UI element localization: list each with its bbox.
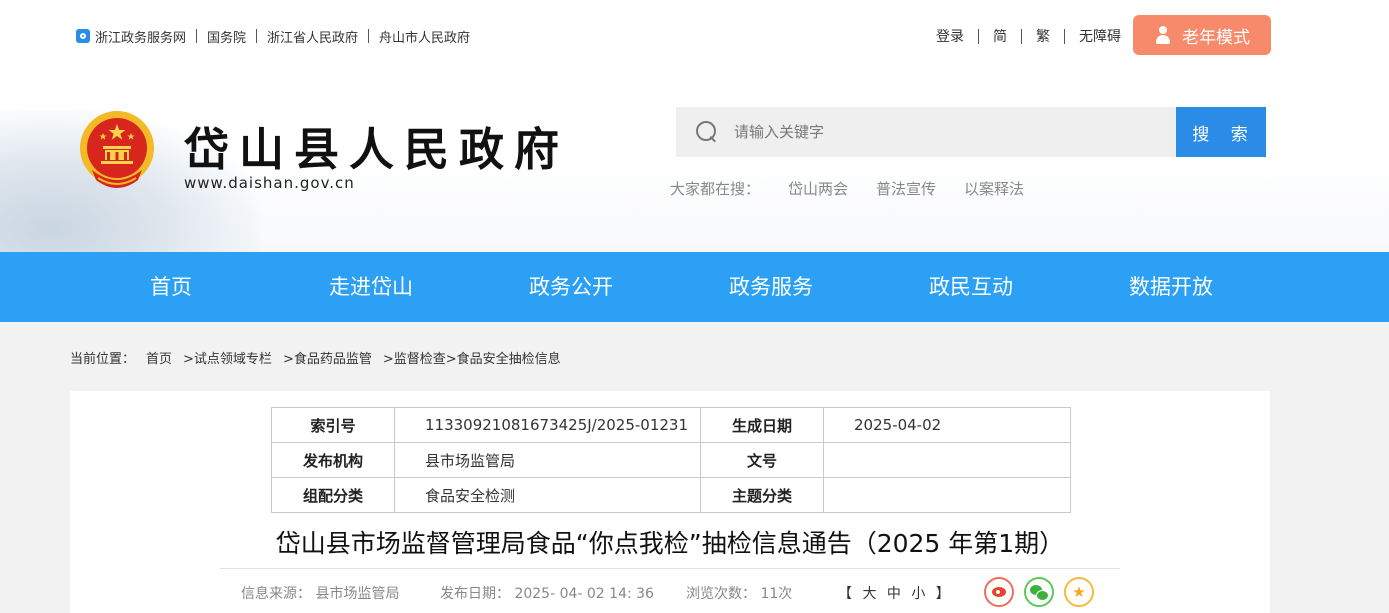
wechat-icon xyxy=(1030,585,1049,601)
meta-index-label: 索引号 xyxy=(271,407,395,443)
header: 浙江政务服务网 国务院 浙江省人民政府 舟山市人民政府 登录 简 繁 无障碍 老… xyxy=(0,0,1389,252)
article-title: 岱山县市场监督管理局食品“你点我检”抽检信息通告（2025 年第1期） xyxy=(275,529,1065,558)
divider xyxy=(220,568,1120,569)
favorite-button[interactable]: ★ xyxy=(1064,577,1094,607)
info-publish-date: 发布日期： 2025- 04- 02 14: 36 xyxy=(440,586,654,602)
share-wechat-button[interactable] xyxy=(1024,577,1054,607)
breadcrumb-item[interactable]: >监督检查 xyxy=(383,348,446,367)
favorite-icon: ★ xyxy=(1072,582,1086,601)
divider xyxy=(1021,28,1022,44)
meta-date-label: 生成日期 xyxy=(700,407,824,443)
hot-search-item[interactable]: 普法宣传 xyxy=(876,178,936,199)
nav-item-gov-info[interactable]: 政务公开 xyxy=(471,252,671,322)
divider xyxy=(196,29,198,43)
hot-search-item[interactable]: 岱山两会 xyxy=(788,178,848,199)
meta-table: 索引号 11330921081673425J/2025-01231 生成日期 2… xyxy=(271,407,1071,513)
divider xyxy=(978,28,979,44)
search-icon xyxy=(696,121,718,143)
meta-topic-label: 主题分类 xyxy=(700,477,824,513)
breadcrumb-item[interactable]: >食品药品监管 xyxy=(283,348,372,367)
hot-search-label: 大家都在搜： xyxy=(670,180,761,198)
breadcrumb-item[interactable]: >食品安全抽检信息 xyxy=(446,348,561,367)
search-input[interactable] xyxy=(732,122,1156,142)
hot-search-item[interactable]: 以案释法 xyxy=(964,178,1024,199)
simplified-link[interactable]: 简 xyxy=(993,26,1007,46)
table-row: 索引号 11330921081673425J/2025-01231 生成日期 2… xyxy=(271,407,1071,443)
nav-item-interaction[interactable]: 政民互动 xyxy=(871,252,1071,322)
table-row: 组配分类 食品安全检测 主题分类 xyxy=(271,477,1071,513)
font-size-control[interactable]: 【 大 中 小 】 xyxy=(838,583,953,603)
elder-mode-label: 老年模式 xyxy=(1182,27,1250,48)
meta-category-value: 食品安全检测 xyxy=(394,477,701,513)
meta-org-value: 县市场监管局 xyxy=(394,442,701,478)
login-link[interactable]: 登录 xyxy=(936,26,964,46)
top-links: 浙江政务服务网 国务院 浙江省人民政府 舟山市人民政府 xyxy=(76,27,470,46)
zjzwfw-icon xyxy=(76,29,90,43)
share-weibo-button[interactable] xyxy=(984,577,1014,607)
nav-item-open-data[interactable]: 数据开放 xyxy=(1071,252,1271,322)
search-button[interactable]: 搜 索 xyxy=(1176,107,1266,157)
link-zjzwfw[interactable]: 浙江政务服务网 xyxy=(95,27,186,46)
link-zhoushan-gov[interactable]: 舟山市人民政府 xyxy=(379,27,470,46)
breadcrumb: 当前位置： 首页 >试点领域专栏 >食品药品监管 >监督检查 >食品安全抽检信息 xyxy=(70,348,561,367)
nav-item-services[interactable]: 政务服务 xyxy=(671,252,871,322)
nav-item-home[interactable]: 首页 xyxy=(71,252,271,322)
meta-date-value: 2025-04-02 xyxy=(823,407,1071,443)
breadcrumb-item[interactable]: >试点领域专栏 xyxy=(183,348,272,367)
site-title: 岱山县人民政府 xyxy=(184,123,570,176)
info-source: 信息来源： 县市场监管局 xyxy=(241,586,400,602)
table-row: 发布机构 县市场监管局 文号 xyxy=(271,442,1071,478)
divider xyxy=(368,29,370,43)
breadcrumb-item[interactable]: 首页 xyxy=(146,348,172,367)
meta-index-value: 11330921081673425J/2025-01231 xyxy=(394,407,701,443)
divider xyxy=(256,29,258,43)
divider xyxy=(1064,28,1065,44)
meta-topic-value xyxy=(823,477,1071,513)
national-emblem xyxy=(80,111,154,188)
traditional-link[interactable]: 繁 xyxy=(1036,26,1050,46)
accessibility-link[interactable]: 无障碍 xyxy=(1079,26,1121,46)
article-panel: 索引号 11330921081673425J/2025-01231 生成日期 2… xyxy=(70,391,1270,613)
main-nav: 首页 走进岱山 政务公开 政务服务 政民互动 数据开放 xyxy=(0,252,1389,322)
person-icon xyxy=(1154,26,1172,44)
info-views: 浏览次数： 11次 xyxy=(686,586,793,602)
meta-docno-value xyxy=(823,442,1071,478)
search-box xyxy=(676,107,1176,157)
nav-item-about[interactable]: 走进岱山 xyxy=(271,252,471,322)
meta-org-label: 发布机构 xyxy=(271,442,395,478)
weibo-icon xyxy=(992,587,1006,597)
elder-mode-button[interactable]: 老年模式 xyxy=(1133,15,1271,55)
meta-docno-label: 文号 xyxy=(700,442,824,478)
hot-searches: 大家都在搜： 岱山两会 普法宣传 以案释法 xyxy=(670,178,1024,199)
link-zhejiang-gov[interactable]: 浙江省人民政府 xyxy=(267,27,358,46)
breadcrumb-label: 当前位置： xyxy=(70,352,136,367)
link-state-council[interactable]: 国务院 xyxy=(207,27,246,46)
utility-links: 登录 简 繁 无障碍 xyxy=(936,27,1121,45)
site-url: www.daishan.gov.cn xyxy=(184,174,355,192)
meta-category-label: 组配分类 xyxy=(271,477,395,513)
